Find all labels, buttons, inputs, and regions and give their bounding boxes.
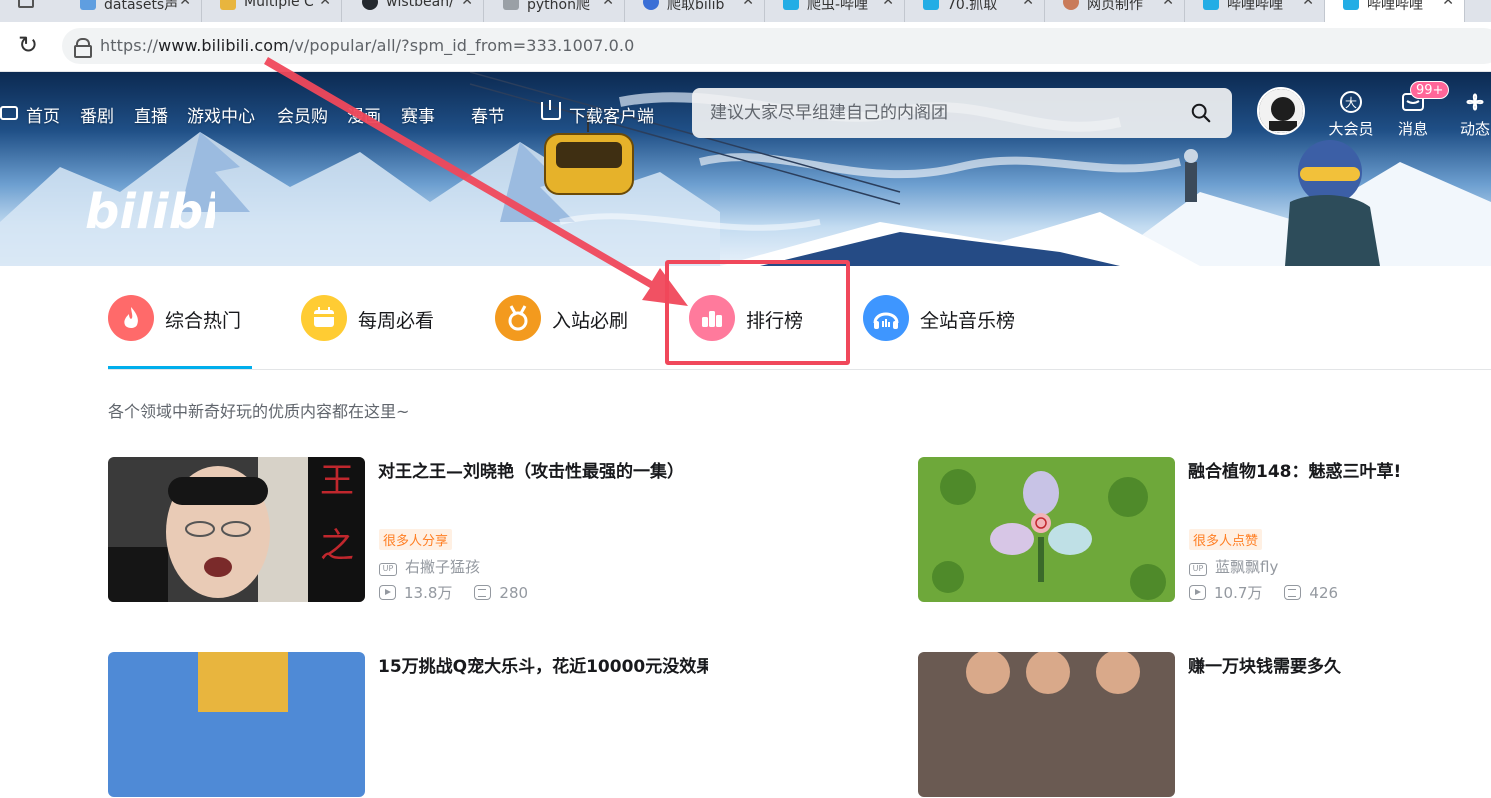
- bilibili-tab-icon: [1203, 0, 1219, 10]
- tab-favicon-icon: [220, 0, 236, 10]
- video-stats: 13.8万 280: [379, 582, 528, 603]
- video-card[interactable]: 赚一万块钱需要多久: [918, 652, 1491, 798]
- close-icon[interactable]: ✕: [742, 0, 754, 9]
- headphones-icon: [863, 295, 909, 341]
- browser-tab-strip: datasets声 ✕ Multiple C ✕ wistbean/✕ python…: [0, 0, 1491, 22]
- github-icon: [362, 0, 378, 10]
- uploader[interactable]: UP 蓝飘飘fly: [1189, 556, 1278, 577]
- address-bar: ↻ https://www.bilibili.com/v/popular/all…: [0, 22, 1491, 72]
- svg-text:之: 之: [320, 526, 354, 566]
- medal-icon: [495, 295, 541, 341]
- search-box: [692, 88, 1232, 138]
- up-icon: UP: [379, 563, 397, 576]
- video-tag: 很多人点赞: [1189, 529, 1263, 550]
- header-banner: 首页 番剧 直播 游戏中心 会员购 漫画 赛事 春节 下载客户端 bilibil…: [0, 72, 1491, 266]
- reload-icon[interactable]: ↻: [18, 33, 42, 57]
- tv-icon: [0, 106, 18, 120]
- close-icon[interactable]: ✕: [461, 0, 473, 9]
- browser-tab[interactable]: 哔哩哔哩 ✕: [1185, 0, 1325, 22]
- video-card[interactable]: 15万挑战Q宠大乐斗，花近10000元没效果#5: [108, 652, 708, 798]
- video-stats: 10.7万 426: [1189, 582, 1338, 603]
- bilibili-tab-icon: [923, 0, 939, 10]
- svg-text:bilibili: bilibili: [85, 184, 215, 234]
- close-icon[interactable]: ✕: [1162, 0, 1174, 9]
- danmaku-icon: [474, 585, 492, 600]
- bilibili-logo[interactable]: bilibili: [85, 172, 215, 234]
- dynamic-button[interactable]: 动态: [1445, 86, 1491, 142]
- search-icon[interactable]: [1190, 102, 1212, 124]
- fan-icon: [1466, 93, 1484, 111]
- video-tag: 很多人分享: [379, 529, 453, 550]
- calendar-icon: [301, 295, 347, 341]
- tab-favicon-icon: [503, 0, 519, 10]
- avatar[interactable]: [1257, 87, 1305, 135]
- section-description: 各个领域中新奇好玩的优质内容都在这里~: [108, 402, 410, 421]
- video-thumbnail[interactable]: [108, 652, 365, 797]
- browser-tab[interactable]: Multiple C ✕: [202, 0, 342, 22]
- search-input[interactable]: [710, 100, 1160, 126]
- annotation-highlight-box: [665, 260, 850, 365]
- play-count-icon: [1189, 585, 1206, 600]
- nav-game-center[interactable]: 游戏中心: [187, 102, 255, 127]
- browser-tab[interactable]: 70.抓取 ✕: [905, 0, 1045, 22]
- browser-tab-active[interactable]: 哔哩哔哩 ✕: [1325, 0, 1465, 22]
- close-icon[interactable]: ✕: [602, 0, 614, 9]
- close-icon[interactable]: ✕: [1442, 0, 1454, 9]
- url-text[interactable]: https://www.bilibili.com/v/popular/all/?…: [100, 36, 634, 55]
- nav-spring-festival[interactable]: 春节: [471, 102, 505, 127]
- nav-download-client[interactable]: 下载客户端: [569, 102, 654, 127]
- nav-esports[interactable]: 赛事: [401, 102, 435, 127]
- video-thumbnail[interactable]: [918, 652, 1175, 797]
- svg-text:大: 大: [1345, 96, 1357, 110]
- tabs-divider: [108, 369, 1491, 370]
- svg-text:王: 王: [320, 461, 354, 501]
- url-field[interactable]: https://www.bilibili.com/v/popular/all/?…: [62, 28, 1491, 64]
- close-icon[interactable]: ✕: [1022, 0, 1034, 9]
- video-thumbnail[interactable]: [918, 457, 1175, 602]
- download-icon: [541, 100, 561, 120]
- vip-icon: 大: [1340, 91, 1362, 113]
- close-icon[interactable]: ✕: [179, 0, 191, 9]
- browser-tab[interactable]: 爬虫-哔哩 ✕: [765, 0, 905, 22]
- browser-tab[interactable]: 爬取bilib ✕: [625, 0, 765, 22]
- lock-icon[interactable]: [74, 38, 92, 58]
- video-title[interactable]: 赚一万块钱需要多久: [1188, 652, 1491, 677]
- bilibili-tab-icon: [783, 0, 799, 10]
- tab-favicon-icon: [1063, 0, 1079, 10]
- bilibili-tab-icon: [1343, 0, 1359, 10]
- video-title[interactable]: 融合植物148：魅惑三叶草!: [1188, 457, 1491, 482]
- nav-manga[interactable]: 漫画: [347, 102, 381, 127]
- browser-tab[interactable]: python爬 ✕: [485, 0, 625, 22]
- nav-mall[interactable]: 会员购: [277, 102, 328, 127]
- up-icon: UP: [1189, 563, 1207, 576]
- danmaku-icon: [1284, 585, 1302, 600]
- close-icon[interactable]: ✕: [1302, 0, 1314, 9]
- flame-icon: [108, 295, 154, 341]
- tab-favicon-icon: [643, 0, 659, 10]
- nav-anime[interactable]: 番剧: [80, 102, 114, 127]
- uploader[interactable]: UP 右撇子猛孩: [379, 556, 480, 577]
- nav-live[interactable]: 直播: [134, 102, 168, 127]
- browser-tab[interactable]: 网页制作 ✕: [1045, 0, 1185, 22]
- video-card[interactable]: 融合植物148：魅惑三叶草! 很多人点赞 UP 蓝飘飘fly 10.7万 426: [918, 457, 1491, 603]
- nav-home[interactable]: 首页: [26, 102, 60, 127]
- tab-actions-icon[interactable]: [18, 0, 34, 8]
- play-count-icon: [379, 585, 396, 600]
- close-icon[interactable]: ✕: [319, 0, 331, 9]
- video-title[interactable]: 对王之王—刘晓艳（攻击性最强的一集）: [378, 457, 708, 482]
- close-icon[interactable]: ✕: [882, 0, 894, 9]
- browser-tab[interactable]: wistbean/✕: [344, 0, 484, 22]
- video-title[interactable]: 15万挑战Q宠大乐斗，花近10000元没效果#5: [378, 652, 708, 677]
- browser-tab[interactable]: datasets声 ✕: [62, 0, 202, 22]
- video-thumbnail[interactable]: 王 之: [108, 457, 365, 602]
- messages-badge: 99+: [1410, 81, 1450, 99]
- video-card[interactable]: 王 之 对王之王—刘晓艳（攻击性最强的一集） 很多人分享 UP 右撇子猛孩 13.…: [108, 457, 708, 603]
- vip-button[interactable]: 大 大会员: [1321, 86, 1381, 142]
- tab-favicon-icon: [80, 0, 96, 10]
